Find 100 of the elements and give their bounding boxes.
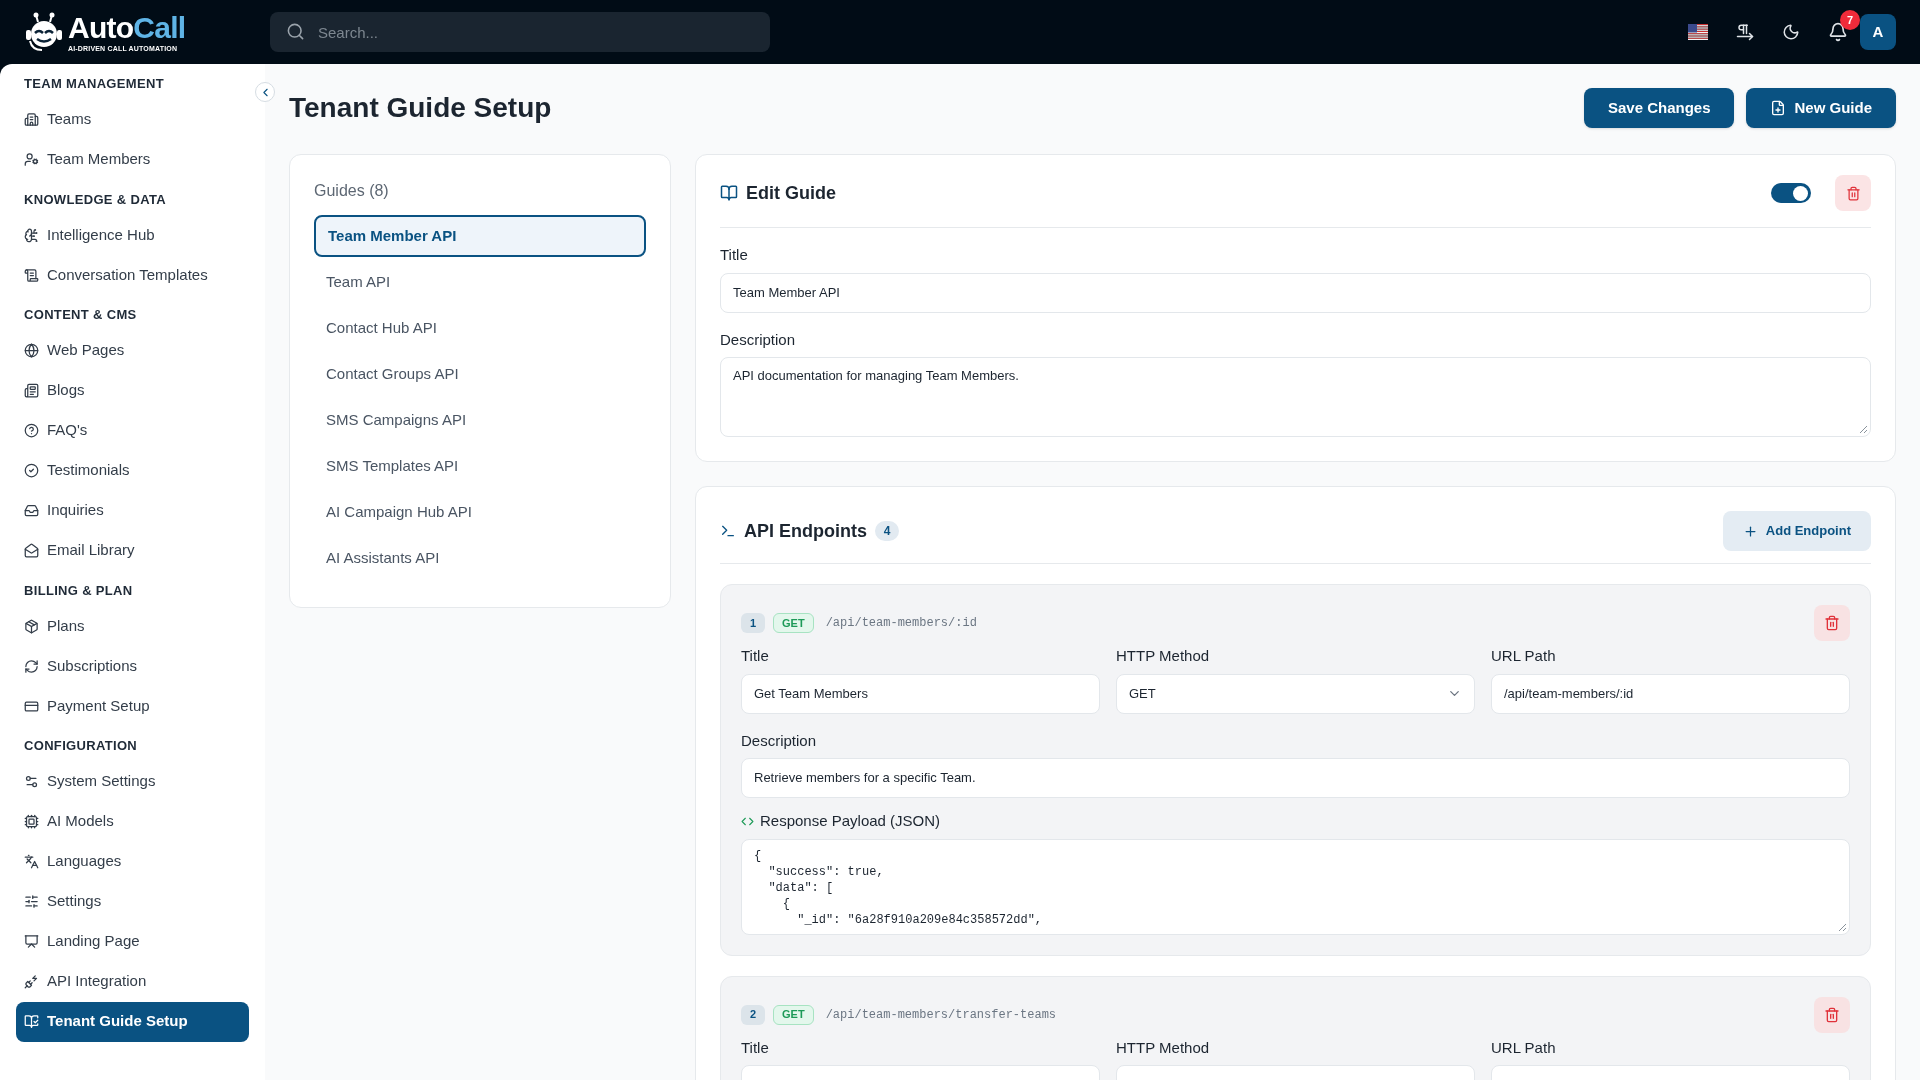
field-label: HTTP Method bbox=[1116, 1037, 1211, 1058]
sidebar-item-label: Teams bbox=[47, 109, 92, 130]
guides-heading: Guides (8) bbox=[314, 181, 390, 201]
moon-icon[interactable] bbox=[1782, 23, 1800, 41]
mail-icon bbox=[24, 543, 39, 558]
sliders-icon bbox=[24, 894, 39, 909]
guide-item[interactable]: Team API bbox=[314, 261, 646, 303]
sidebar-item[interactable]: Payment Setup bbox=[16, 686, 249, 726]
input-field[interactable]: Team Member API bbox=[720, 272, 1871, 313]
delete-button[interactable] bbox=[1835, 175, 1871, 211]
guide-item[interactable]: SMS Templates API bbox=[314, 445, 646, 487]
section-heading: TEAM MANAGEMENT bbox=[23, 75, 165, 93]
building-icon bbox=[24, 112, 39, 127]
guide-item[interactable]: AI Campaign Hub API bbox=[314, 491, 646, 533]
search-field[interactable]: Search... bbox=[270, 12, 770, 52]
delete-button[interactable] bbox=[1814, 996, 1850, 1033]
new-guide-button[interactable]: New Guide bbox=[1746, 88, 1896, 128]
check-circle-icon bbox=[24, 463, 39, 478]
presentation-icon bbox=[24, 934, 39, 949]
sidebar-item-label: Landing Page bbox=[47, 931, 140, 952]
settings-icon bbox=[24, 774, 39, 789]
sidebar-item[interactable]: API Integration bbox=[16, 961, 249, 1002]
collapse-button[interactable] bbox=[255, 82, 275, 102]
sidebar-item[interactable]: System Settings bbox=[16, 761, 249, 802]
field-label: URL Path bbox=[1491, 646, 1557, 666]
sidebar-item[interactable]: Subscriptions bbox=[16, 646, 249, 686]
sidebar-item[interactable]: AI Models bbox=[16, 801, 249, 842]
sidebar-item-label: Payment Setup bbox=[47, 695, 150, 716]
method-badge: GET bbox=[773, 613, 814, 633]
sidebar-item[interactable]: Team Members bbox=[16, 139, 249, 180]
resize-handle-icon bbox=[1839, 923, 1846, 931]
chip-icon bbox=[24, 814, 39, 829]
sidebar-item[interactable]: Teams bbox=[16, 99, 249, 140]
card-title: API Endpoints bbox=[744, 519, 867, 543]
package-icon bbox=[24, 618, 39, 634]
refresh-icon bbox=[24, 658, 39, 674]
sidebar-item[interactable]: Testimonials bbox=[16, 450, 249, 491]
section-heading: CONTENT & CMS bbox=[23, 306, 138, 324]
endpoint-number: 2 bbox=[741, 1004, 765, 1025]
field-label: Description bbox=[741, 730, 818, 751]
newspaper-icon bbox=[24, 383, 39, 398]
plug-icon bbox=[24, 974, 39, 989]
input-field[interactable]: Get Team Members bbox=[741, 673, 1100, 714]
field-label: Title bbox=[720, 245, 749, 265]
text-direction-icon[interactable] bbox=[1736, 23, 1754, 41]
field-label: HTTP Method bbox=[1116, 646, 1211, 666]
guide-item[interactable]: AI Assistants API bbox=[314, 537, 646, 579]
page-title: Tenant Guide Setup bbox=[289, 91, 552, 125]
payload-field[interactable]: { "success": true, "data": [ { "_id": "6a28f910a209e84c358572dd", bbox=[741, 838, 1850, 935]
avatar[interactable]: A bbox=[1860, 14, 1896, 50]
method-badge: GET bbox=[773, 1004, 814, 1025]
endpoint-number: 1 bbox=[741, 613, 765, 633]
help-icon bbox=[24, 423, 39, 438]
flag-icon[interactable] bbox=[1688, 24, 1708, 40]
section-heading: CONFIGURATION bbox=[23, 737, 139, 755]
delete-button[interactable] bbox=[1814, 605, 1850, 641]
sidebar-item-label: Email Library bbox=[47, 540, 135, 561]
sidebar-item[interactable]: Tenant Guide Setup bbox=[16, 1001, 249, 1042]
sidebar-item[interactable]: Email Library bbox=[16, 530, 249, 571]
endpoint-path: /api/team-members/transfer-teams bbox=[825, 1006, 1057, 1024]
brain-icon bbox=[24, 227, 39, 243]
sidebar-item-label: Blogs bbox=[47, 380, 85, 401]
credit-card-icon bbox=[24, 698, 39, 714]
field-label: URL Path bbox=[1491, 1037, 1557, 1058]
input-field[interactable]: Retrieve members for a specific Team. bbox=[741, 758, 1850, 798]
description-field[interactable]: API documentation for managing Team Members. bbox=[720, 357, 1871, 437]
bell-icon[interactable] bbox=[1828, 22, 1848, 42]
guide-item[interactable]: Contact Hub API bbox=[314, 307, 646, 349]
sidebar-item[interactable]: Landing Page bbox=[16, 921, 249, 962]
sidebar-item[interactable]: FAQ's bbox=[16, 410, 249, 451]
select-field[interactable]: GET bbox=[1116, 673, 1475, 714]
count-badge: 4 bbox=[875, 521, 899, 541]
sidebar-item[interactable]: Conversation Templates bbox=[16, 255, 249, 295]
sidebar-item[interactable]: Web Pages bbox=[16, 330, 249, 371]
sidebar-item[interactable]: Settings bbox=[16, 881, 249, 922]
notification-badge: 7 bbox=[1840, 10, 1860, 30]
sidebar-item[interactable]: Blogs bbox=[16, 370, 249, 411]
sidebar-item-label: Inquiries bbox=[47, 500, 104, 521]
resize-handle-icon bbox=[1860, 426, 1867, 433]
sidebar-item[interactable]: Languages bbox=[16, 841, 249, 882]
save-button[interactable]: Save Changes bbox=[1583, 88, 1735, 128]
sidebar-item[interactable]: Inquiries bbox=[16, 490, 249, 531]
input-field[interactable]: /api/team-members/:id bbox=[1491, 673, 1850, 714]
sidebar-item-label: System Settings bbox=[47, 771, 156, 792]
sidebar-item-label: Languages bbox=[47, 851, 122, 872]
scroll-icon bbox=[24, 267, 39, 283]
toggle-switch[interactable] bbox=[1771, 183, 1811, 203]
plus-icon bbox=[1742, 523, 1758, 539]
field-label: Description bbox=[720, 329, 797, 350]
sidebar-item-label: Team Members bbox=[47, 149, 151, 170]
guide-item[interactable]: Contact Groups API bbox=[314, 353, 646, 395]
sidebar-item[interactable]: Intelligence Hub bbox=[16, 215, 249, 255]
card-title: Edit Guide bbox=[746, 181, 836, 205]
guide-item[interactable]: SMS Campaigns API bbox=[314, 399, 646, 441]
guide-item[interactable]: Team Member API bbox=[314, 215, 646, 257]
sidebar-item-label: API Integration bbox=[47, 971, 147, 992]
trash-icon bbox=[1845, 185, 1861, 201]
add-endpoint-button[interactable]: Add Endpoint bbox=[1722, 511, 1871, 551]
book-icon bbox=[720, 184, 738, 202]
sidebar-item[interactable]: Plans bbox=[16, 606, 249, 646]
